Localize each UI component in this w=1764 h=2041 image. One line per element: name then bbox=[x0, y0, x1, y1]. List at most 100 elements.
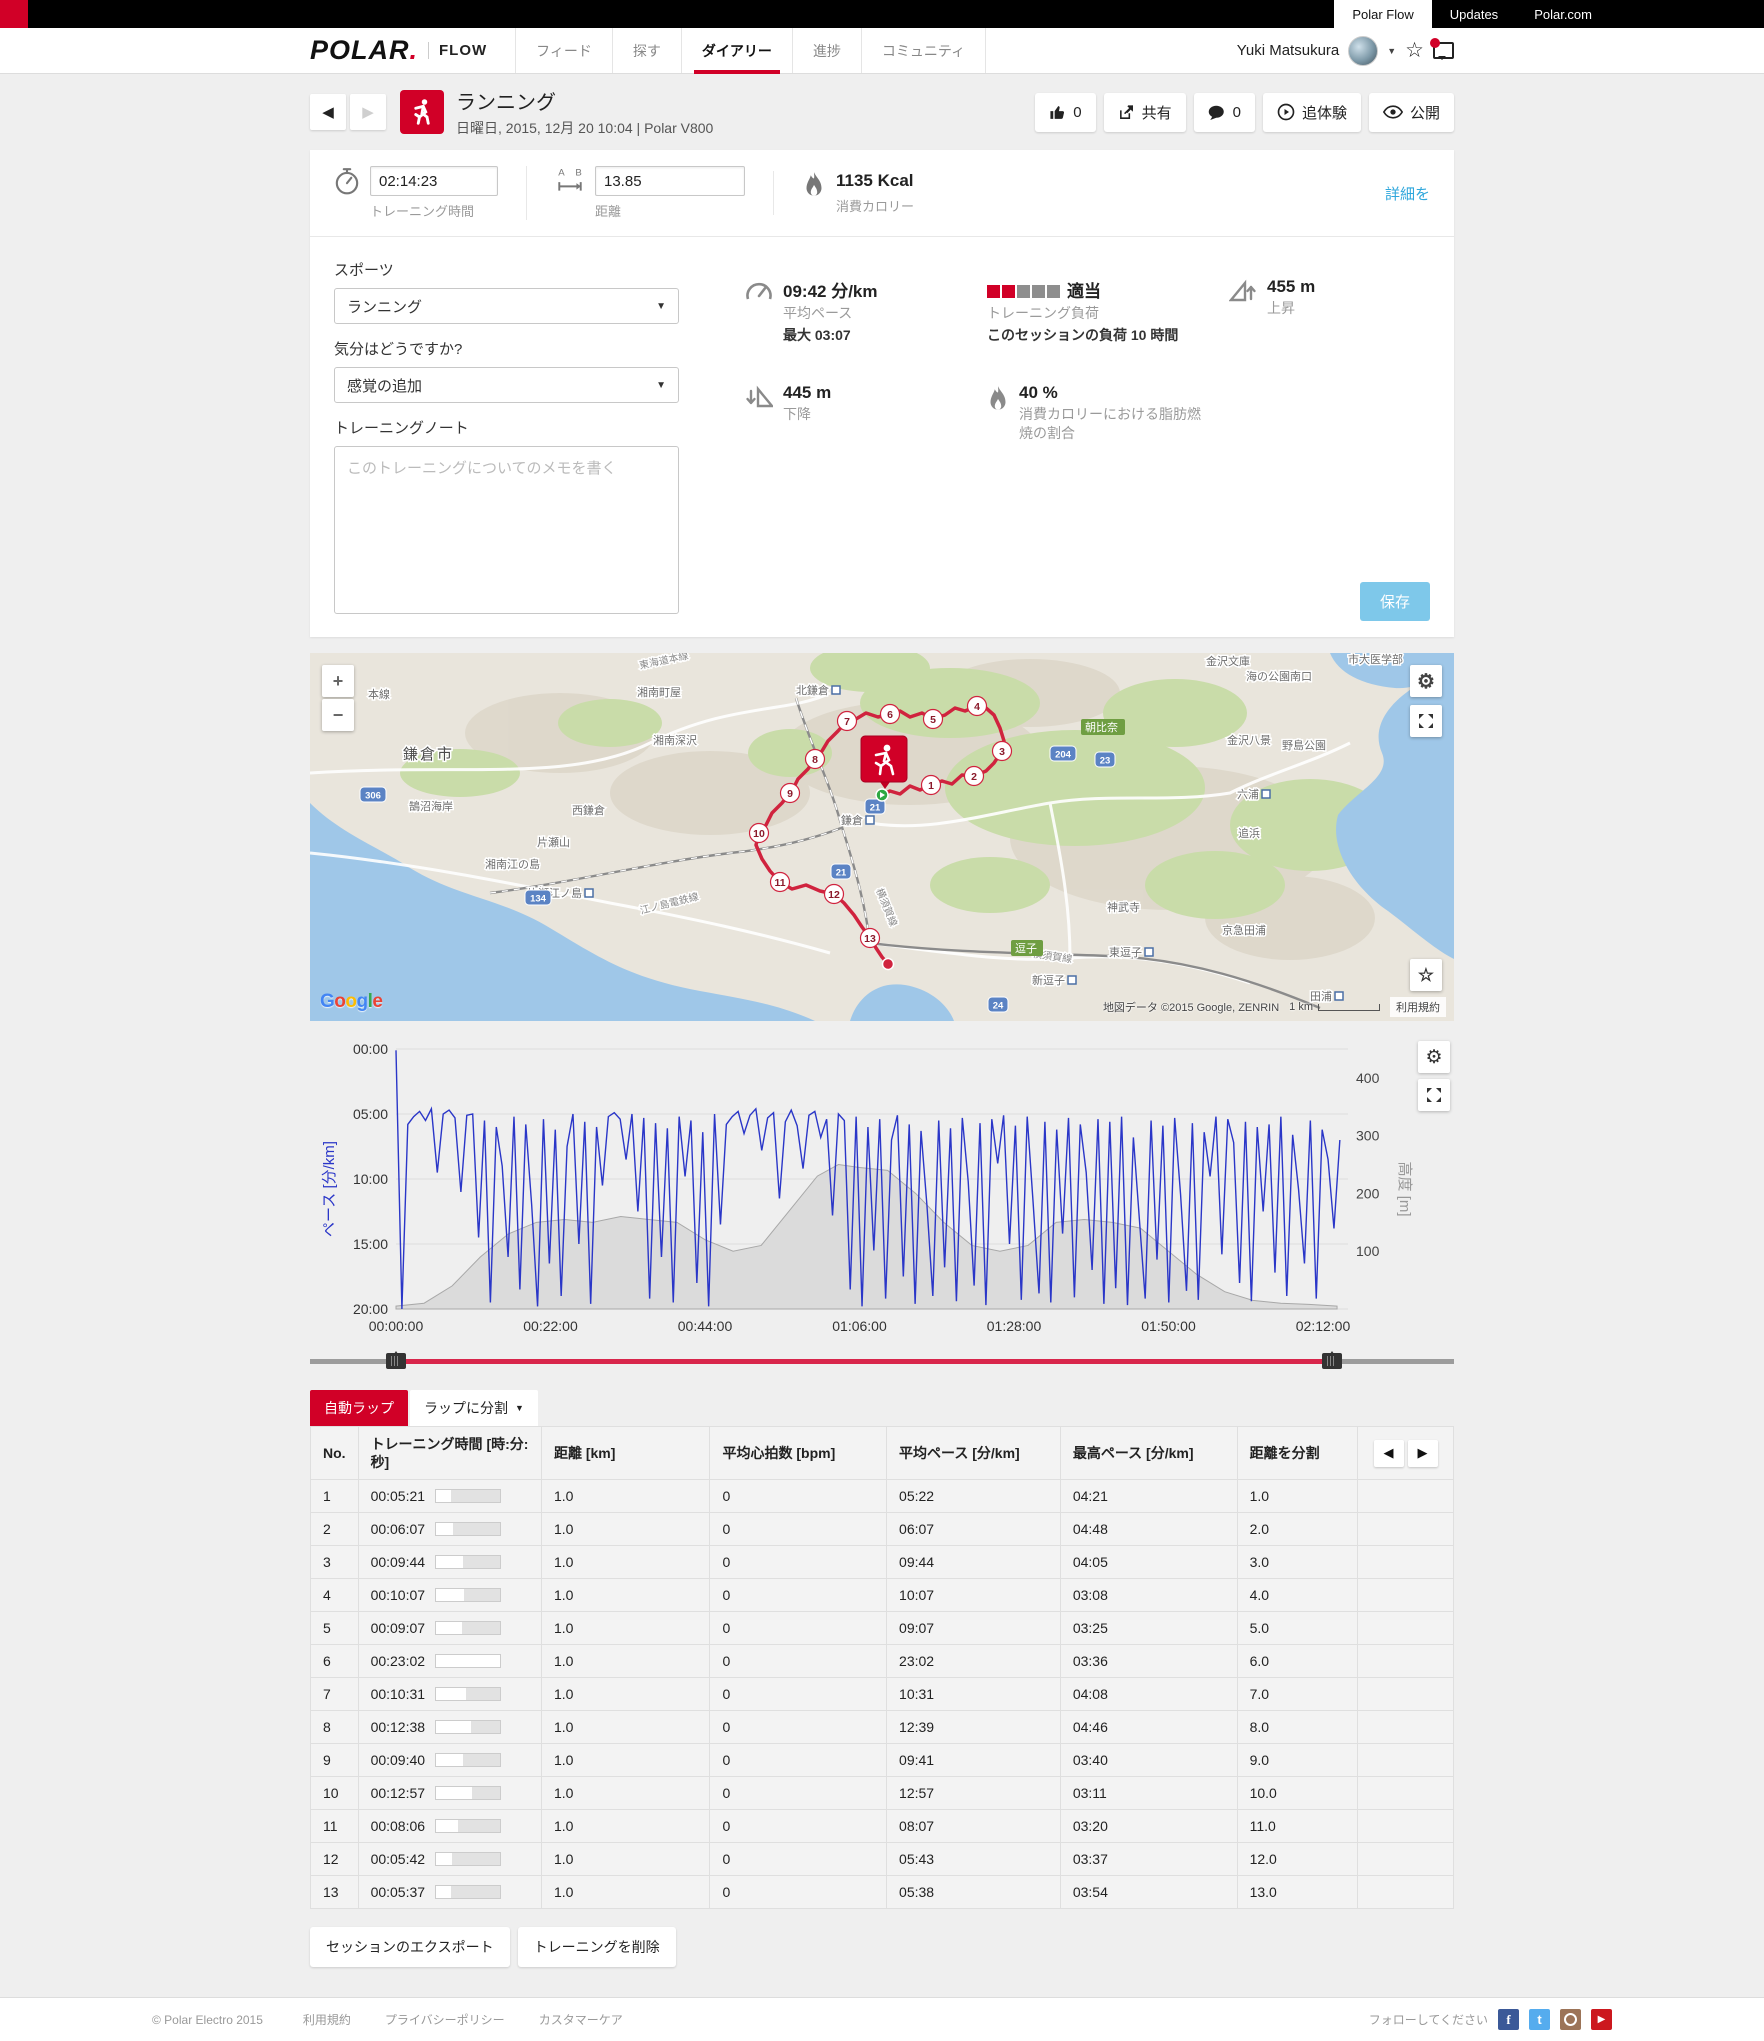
lap-row[interactable]: 400:10:071.0010:0703:084.0 bbox=[311, 1579, 1454, 1612]
terms-link[interactable]: 利用規約 bbox=[303, 2011, 351, 2028]
site-switcher: Polar Flow Updates Polar.com bbox=[1334, 0, 1610, 28]
flame-icon bbox=[987, 385, 1009, 443]
lap-row[interactable]: 300:09:441.0009:4404:053.0 bbox=[311, 1546, 1454, 1579]
lap-row[interactable]: 1000:12:571.0012:5703:1110.0 bbox=[311, 1777, 1454, 1810]
laps-next-button[interactable]: ▶ bbox=[1408, 1440, 1438, 1467]
map-terms-link[interactable]: 利用規約 bbox=[1390, 997, 1446, 1017]
polar-logo[interactable]: POLAR. bbox=[310, 35, 418, 66]
nav-menu: フィード 探す ダイアリー 進捗 コミュニティ bbox=[515, 28, 986, 73]
tab-polar-com[interactable]: Polar.com bbox=[1516, 0, 1610, 28]
distance-input[interactable] bbox=[595, 166, 745, 196]
nav-item-diary[interactable]: ダイアリー bbox=[682, 28, 793, 73]
favorites-star-icon[interactable]: ☆ bbox=[1405, 40, 1424, 61]
page-footer: © Polar Electro 2015 利用規約 プライバシーポリシー カスタ… bbox=[0, 1997, 1764, 2041]
pace-axis-label: ペース [分/km] bbox=[321, 1141, 338, 1237]
time-axis-tick: 01:28:00 bbox=[987, 1318, 1042, 1334]
export-session-button[interactable]: セッションのエクスポート bbox=[310, 1927, 510, 1967]
map-favorite-button[interactable]: ☆ bbox=[1410, 959, 1442, 991]
tab-split-laps[interactable]: ラップに分割▼ bbox=[410, 1390, 538, 1426]
session-subtitle: 日曜日, 2015, 12月 20 10:04 | Polar V800 bbox=[456, 118, 713, 138]
save-button[interactable]: 保存 bbox=[1360, 582, 1430, 621]
chart-range-slider[interactable] bbox=[310, 1352, 1454, 1370]
km-marker: 5 bbox=[924, 710, 943, 729]
km-marker: 11 bbox=[771, 873, 790, 892]
lap-row[interactable]: 1100:08:061.0008:0703:2011.0 bbox=[311, 1810, 1454, 1843]
lap-row[interactable]: 1200:05:421.0005:4303:3712.0 bbox=[311, 1843, 1454, 1876]
duration-label: トレーニング時間 bbox=[370, 201, 498, 220]
km-marker: 8 bbox=[806, 750, 825, 769]
lap-row[interactable]: 800:12:381.0012:3904:468.0 bbox=[311, 1711, 1454, 1744]
previous-session-button[interactable]: ◀ bbox=[310, 94, 346, 130]
lap-time-bar bbox=[435, 1720, 501, 1734]
lap-time-bar bbox=[435, 1489, 501, 1503]
lap-row[interactable]: 100:05:211.0005:2204:211.0 bbox=[311, 1480, 1454, 1513]
chart-canvas: 00:0005:0010:0015:0020:0040030020010000:… bbox=[310, 1039, 1454, 1339]
svg-text:21: 21 bbox=[836, 868, 847, 879]
share-button[interactable]: 共有 bbox=[1104, 93, 1186, 132]
details-link[interactable]: 詳細を bbox=[1385, 183, 1430, 204]
altitude-axis-label: 高度 [m] bbox=[1396, 1162, 1413, 1217]
lap-row[interactable]: 900:09:401.0009:4103:409.0 bbox=[311, 1744, 1454, 1777]
map-zoom-in-button[interactable]: + bbox=[322, 665, 354, 697]
station-icon bbox=[1145, 948, 1153, 956]
comments-button[interactable]: 0 bbox=[1194, 93, 1255, 132]
relive-button[interactable]: 追体験 bbox=[1263, 93, 1361, 132]
chart-fullscreen-button[interactable] bbox=[1418, 1079, 1450, 1111]
user-name: Yuki Matsukura bbox=[1237, 42, 1340, 59]
facebook-icon[interactable]: f bbox=[1498, 2009, 1519, 2030]
session-stats: 09:42 分/km 平均ペース 最大 03:07 適当 トレーニング負荷 この… bbox=[745, 277, 1471, 619]
map-place-label: 神武寺 bbox=[1107, 900, 1140, 914]
notifications-icon[interactable] bbox=[1433, 42, 1454, 59]
publish-button[interactable]: 公開 bbox=[1369, 93, 1454, 132]
nav-item-progress[interactable]: 進捗 bbox=[793, 28, 862, 73]
lap-time-bar bbox=[435, 1786, 501, 1800]
chart-settings-button[interactable]: ⚙ bbox=[1418, 1041, 1450, 1073]
customer-care-link[interactable]: カスタマーケア bbox=[539, 2011, 623, 2028]
feeling-label: 気分はどうですか? bbox=[334, 338, 679, 359]
nav-item-explore[interactable]: 探す bbox=[613, 28, 682, 73]
privacy-link[interactable]: プライバシーポリシー bbox=[385, 2011, 505, 2028]
session-form: スポーツ ランニング▼ 気分はどうですか? 感覚の追加▼ トレーニングノート bbox=[334, 259, 679, 619]
like-button[interactable]: 0 bbox=[1035, 93, 1095, 132]
delete-training-button[interactable]: トレーニングを削除 bbox=[518, 1927, 676, 1967]
route-map[interactable]: 鎌倉市北鎌倉鎌倉西鎌倉湘南深沢湘南町屋片瀬山鵠沼海岸本線湘南江の島片瀬江ノ島東海… bbox=[310, 653, 1454, 1021]
map-place-label: 北鎌倉 bbox=[796, 683, 829, 697]
feeling-select[interactable]: 感覚の追加▼ bbox=[334, 367, 679, 403]
sport-select[interactable]: ランニング▼ bbox=[334, 288, 679, 324]
map-place-label: 湘南町屋 bbox=[637, 685, 681, 699]
slider-handle-right[interactable] bbox=[1322, 1353, 1342, 1369]
distance-label: 距離 bbox=[595, 201, 745, 220]
tab-updates[interactable]: Updates bbox=[1432, 0, 1516, 28]
next-session-button[interactable]: ▶ bbox=[350, 94, 386, 130]
lap-row[interactable]: 200:06:071.0006:0704:482.0 bbox=[311, 1513, 1454, 1546]
map-zoom-out-button[interactable]: − bbox=[322, 699, 354, 731]
map-place-label: 本線 bbox=[368, 687, 390, 701]
user-menu[interactable]: Yuki Matsukura ▼ ☆ bbox=[1237, 36, 1454, 66]
training-notes-input[interactable] bbox=[334, 446, 679, 614]
instagram-icon[interactable] bbox=[1560, 2009, 1581, 2030]
lap-row[interactable]: 600:23:021.0023:0203:366.0 bbox=[311, 1645, 1454, 1678]
stopwatch-icon bbox=[334, 166, 360, 196]
descent-stat: 445 m 下降 bbox=[745, 383, 987, 443]
calories-summary: 1135 Kcal 消費カロリー bbox=[773, 171, 942, 215]
twitter-icon[interactable]: t bbox=[1529, 2009, 1550, 2030]
laps-prev-button[interactable]: ◀ bbox=[1374, 1440, 1404, 1467]
lap-time-bar bbox=[435, 1819, 501, 1833]
duration-input[interactable] bbox=[370, 166, 498, 196]
lap-row[interactable]: 500:09:071.0009:0703:255.0 bbox=[311, 1612, 1454, 1645]
session-header: ◀ ▶ ランニング 日曜日, 2015, 12月 20 10:04 | Pola… bbox=[310, 86, 1454, 138]
map-place-label: 西鎌倉 bbox=[572, 803, 605, 817]
tab-auto-laps[interactable]: 自動ラップ bbox=[310, 1390, 408, 1426]
nav-item-community[interactable]: コミュニティ bbox=[862, 28, 986, 73]
map-settings-button[interactable]: ⚙ bbox=[1410, 665, 1442, 697]
speedometer-icon bbox=[745, 279, 773, 345]
lap-row[interactable]: 700:10:311.0010:3104:087.0 bbox=[311, 1678, 1454, 1711]
youtube-icon[interactable]: ▶ bbox=[1591, 2009, 1612, 2030]
avatar[interactable] bbox=[1348, 36, 1378, 66]
lap-row[interactable]: 1300:05:371.0005:3803:5413.0 bbox=[311, 1876, 1454, 1909]
svg-text:3: 3 bbox=[999, 746, 1005, 758]
map-fullscreen-button[interactable] bbox=[1410, 705, 1442, 737]
slider-handle-left[interactable] bbox=[386, 1353, 406, 1369]
tab-polar-flow[interactable]: Polar Flow bbox=[1334, 0, 1431, 28]
nav-item-feed[interactable]: フィード bbox=[515, 28, 613, 73]
